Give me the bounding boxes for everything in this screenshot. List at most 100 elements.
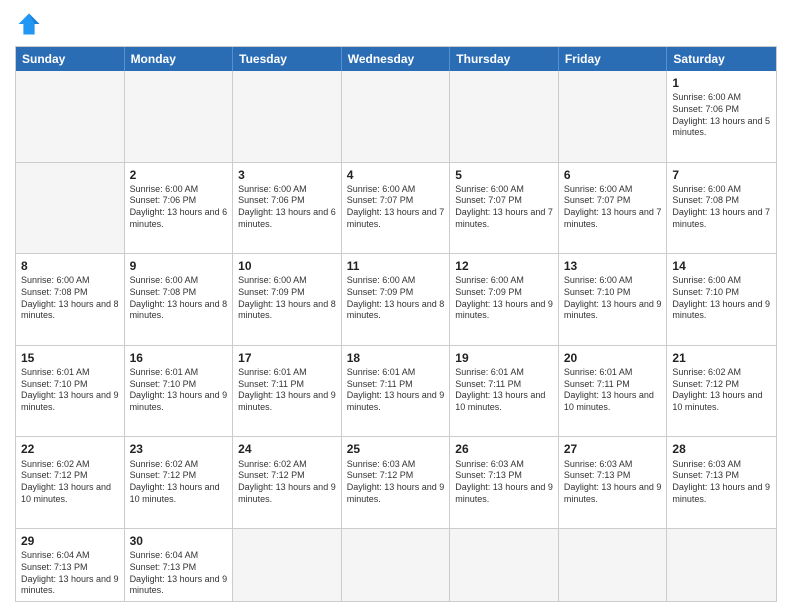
day-header-wednesday: Wednesday: [342, 47, 451, 71]
day-cell-24: 24Sunrise: 6:02 AM Sunset: 7:12 PM Dayli…: [233, 437, 342, 528]
day-cell-2: 2Sunrise: 6:00 AM Sunset: 7:06 PM Daylig…: [125, 163, 234, 254]
cell-info: Sunrise: 6:00 AM Sunset: 7:06 PM Dayligh…: [130, 184, 228, 231]
day-number: 26: [455, 441, 553, 457]
cell-info: Sunrise: 6:00 AM Sunset: 7:06 PM Dayligh…: [672, 92, 771, 139]
day-header-monday: Monday: [125, 47, 234, 71]
empty-cell: [125, 71, 234, 162]
cell-info: Sunrise: 6:00 AM Sunset: 7:10 PM Dayligh…: [672, 275, 771, 322]
day-number: 10: [238, 258, 336, 274]
day-number: 13: [564, 258, 662, 274]
empty-cell: [450, 529, 559, 601]
cell-info: Sunrise: 6:01 AM Sunset: 7:10 PM Dayligh…: [21, 367, 119, 414]
cell-info: Sunrise: 6:02 AM Sunset: 7:12 PM Dayligh…: [238, 459, 336, 506]
page: SundayMondayTuesdayWednesdayThursdayFrid…: [0, 0, 792, 612]
day-cell-13: 13Sunrise: 6:00 AM Sunset: 7:10 PM Dayli…: [559, 254, 668, 345]
day-cell-25: 25Sunrise: 6:03 AM Sunset: 7:12 PM Dayli…: [342, 437, 451, 528]
day-header-friday: Friday: [559, 47, 668, 71]
day-number: 9: [130, 258, 228, 274]
logo-icon: [15, 10, 43, 38]
calendar-header: SundayMondayTuesdayWednesdayThursdayFrid…: [16, 47, 776, 71]
empty-cell: [667, 529, 776, 601]
day-cell-28: 28 Sunrise: 6:03 AM Sunset: 7:13 PM Dayli…: [667, 437, 776, 528]
day-header-thursday: Thursday: [450, 47, 559, 71]
cell-info: Sunrise: 6:00 AM Sunset: 7:07 PM Dayligh…: [347, 184, 445, 231]
day-cell-5: 5Sunrise: 6:00 AM Sunset: 7:07 PM Daylig…: [450, 163, 559, 254]
day-cell-27: 27 Sunrise: 6:03 AM Sunset: 7:13 PM Dayli…: [559, 437, 668, 528]
calendar: SundayMondayTuesdayWednesdayThursdayFrid…: [15, 46, 777, 602]
day-number: 11: [347, 258, 445, 274]
cell-info: Sunrise: 6:03 AM Sunset: 7:13 PM Dayligh…: [672, 459, 771, 506]
day-number: 4: [347, 167, 445, 183]
day-cell-9: 9Sunrise: 6:00 AM Sunset: 7:08 PM Daylig…: [125, 254, 234, 345]
day-cell-22: 22Sunrise: 6:02 AM Sunset: 7:12 PM Dayli…: [16, 437, 125, 528]
cell-info: Sunrise: 6:00 AM Sunset: 7:08 PM Dayligh…: [21, 275, 119, 322]
day-number: 17: [238, 350, 336, 366]
day-cell-3: 3Sunrise: 6:00 AM Sunset: 7:06 PM Daylig…: [233, 163, 342, 254]
day-number: 14: [672, 258, 771, 274]
empty-cell: [559, 71, 668, 162]
logo: [15, 10, 45, 38]
cell-info: Sunrise: 6:00 AM Sunset: 7:09 PM Dayligh…: [455, 275, 553, 322]
day-cell-26: 26 Sunrise: 6:03 AM Sunset: 7:13 PM Dayli…: [450, 437, 559, 528]
cell-info: Sunrise: 6:00 AM Sunset: 7:07 PM Dayligh…: [455, 184, 553, 231]
cell-info: Sunrise: 6:00 AM Sunset: 7:09 PM Dayligh…: [238, 275, 336, 322]
day-number: 12: [455, 258, 553, 274]
day-number: 29: [21, 533, 119, 549]
day-cell-29: 29Sunrise: 6:04 AM Sunset: 7:13 PM Dayli…: [16, 529, 125, 601]
day-cell-30: 30Sunrise: 6:04 AM Sunset: 7:13 PM Dayli…: [125, 529, 234, 601]
cell-info: Sunrise: 6:02 AM Sunset: 7:12 PM Dayligh…: [130, 459, 228, 506]
day-cell-11: 11Sunrise: 6:00 AM Sunset: 7:09 PM Dayli…: [342, 254, 451, 345]
cell-info: Sunrise: 6:00 AM Sunset: 7:08 PM Dayligh…: [130, 275, 228, 322]
day-header-sunday: Sunday: [16, 47, 125, 71]
day-number: 20: [564, 350, 662, 366]
day-cell-10: 10Sunrise: 6:00 AM Sunset: 7:09 PM Dayli…: [233, 254, 342, 345]
day-number: 6: [564, 167, 662, 183]
day-cell-4: 4Sunrise: 6:00 AM Sunset: 7:07 PM Daylig…: [342, 163, 451, 254]
day-cell-7: 7Sunrise: 6:00 AM Sunset: 7:08 PM Daylig…: [667, 163, 776, 254]
calendar-row-4: 15Sunrise: 6:01 AM Sunset: 7:10 PM Dayli…: [16, 345, 776, 437]
day-cell-17: 17Sunrise: 6:01 AM Sunset: 7:11 PM Dayli…: [233, 346, 342, 437]
day-cell-12: 12Sunrise: 6:00 AM Sunset: 7:09 PM Dayli…: [450, 254, 559, 345]
cell-info: Sunrise: 6:00 AM Sunset: 7:07 PM Dayligh…: [564, 184, 662, 231]
calendar-row-3: 8Sunrise: 6:00 AM Sunset: 7:08 PM Daylig…: [16, 253, 776, 345]
day-header-saturday: Saturday: [667, 47, 776, 71]
day-number: 27: [564, 441, 662, 457]
day-cell-1: 1Sunrise: 6:00 AM Sunset: 7:06 PM Daylig…: [667, 71, 776, 162]
day-number: 25: [347, 441, 445, 457]
cell-info: Sunrise: 6:01 AM Sunset: 7:11 PM Dayligh…: [238, 367, 336, 414]
cell-info: Sunrise: 6:00 AM Sunset: 7:08 PM Dayligh…: [672, 184, 771, 231]
cell-info: Sunrise: 6:00 AM Sunset: 7:10 PM Dayligh…: [564, 275, 662, 322]
calendar-row-5: 22Sunrise: 6:02 AM Sunset: 7:12 PM Dayli…: [16, 436, 776, 528]
day-number: 15: [21, 350, 119, 366]
day-number: 3: [238, 167, 336, 183]
day-cell-18: 18Sunrise: 6:01 AM Sunset: 7:11 PM Dayli…: [342, 346, 451, 437]
empty-cell: [342, 529, 451, 601]
day-number: 16: [130, 350, 228, 366]
calendar-row-1: 1Sunrise: 6:00 AM Sunset: 7:06 PM Daylig…: [16, 71, 776, 162]
empty-cell: [233, 71, 342, 162]
cell-info: Sunrise: 6:03 AM Sunset: 7:13 PM Dayligh…: [564, 459, 662, 506]
day-number: 7: [672, 167, 771, 183]
cell-info: Sunrise: 6:03 AM Sunset: 7:13 PM Dayligh…: [455, 459, 553, 506]
empty-cell: [559, 529, 668, 601]
header: [15, 10, 777, 38]
day-number: 5: [455, 167, 553, 183]
day-cell-6: 6Sunrise: 6:00 AM Sunset: 7:07 PM Daylig…: [559, 163, 668, 254]
day-cell-23: 23Sunrise: 6:02 AM Sunset: 7:12 PM Dayli…: [125, 437, 234, 528]
day-number: 2: [130, 167, 228, 183]
day-number: 30: [130, 533, 228, 549]
empty-cell: [233, 529, 342, 601]
day-cell-20: 20Sunrise: 6:01 AM Sunset: 7:11 PM Dayli…: [559, 346, 668, 437]
empty-cell: [342, 71, 451, 162]
day-cell-8: 8Sunrise: 6:00 AM Sunset: 7:08 PM Daylig…: [16, 254, 125, 345]
cell-info: Sunrise: 6:04 AM Sunset: 7:13 PM Dayligh…: [130, 550, 228, 597]
calendar-body: 1Sunrise: 6:00 AM Sunset: 7:06 PM Daylig…: [16, 71, 776, 601]
day-number: 19: [455, 350, 553, 366]
day-number: 28: [672, 441, 771, 457]
cell-info: Sunrise: 6:01 AM Sunset: 7:11 PM Dayligh…: [564, 367, 662, 414]
day-cell-15: 15Sunrise: 6:01 AM Sunset: 7:10 PM Dayli…: [16, 346, 125, 437]
cell-info: Sunrise: 6:01 AM Sunset: 7:10 PM Dayligh…: [130, 367, 228, 414]
day-number: 18: [347, 350, 445, 366]
cell-info: Sunrise: 6:04 AM Sunset: 7:13 PM Dayligh…: [21, 550, 119, 597]
calendar-row-2: 2Sunrise: 6:00 AM Sunset: 7:06 PM Daylig…: [16, 162, 776, 254]
